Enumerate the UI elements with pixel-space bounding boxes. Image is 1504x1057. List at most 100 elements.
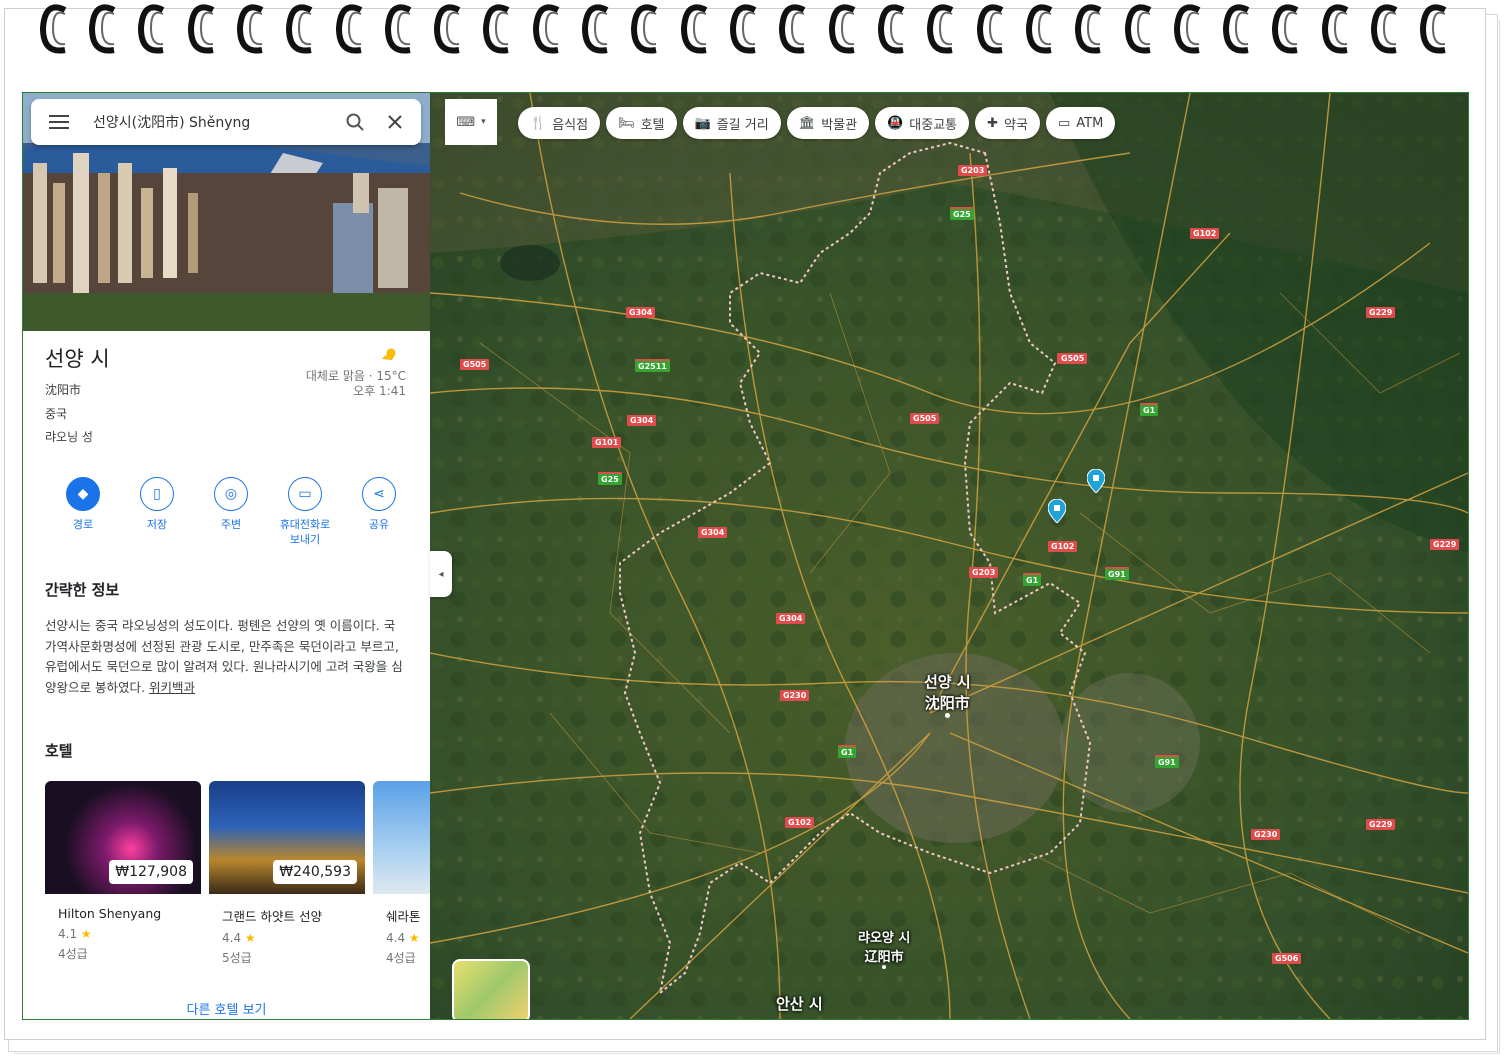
- spiral-ring: [1214, 0, 1263, 62]
- menu-icon[interactable]: [49, 115, 69, 129]
- chip-transit[interactable]: 🚇 대중교통: [875, 107, 970, 139]
- spiral-ring: [720, 0, 769, 62]
- spiral-ring: [622, 0, 671, 62]
- road-badge: G1: [838, 745, 857, 758]
- spiral-ring: [178, 0, 227, 62]
- collapse-panel-button[interactable]: ◂: [430, 551, 452, 597]
- notebook-spiral: [30, 0, 1460, 62]
- spiral-ring: [1115, 0, 1164, 62]
- road-badge: G25: [950, 207, 974, 220]
- hotel-card[interactable]: ₩127,908 Hilton Shenyang 4.1 ★ 4성급: [45, 781, 201, 971]
- nearby-icon: ◎: [214, 477, 248, 511]
- spiral-ring: [572, 0, 621, 62]
- place-photo[interactable]: 선양시(沈阳市) Shěnyng: [23, 93, 430, 331]
- action-label: 저장: [146, 518, 168, 531]
- chip-pharmacy[interactable]: ✚ 약국: [975, 107, 1040, 139]
- hotel-photo: [373, 781, 430, 894]
- summary-text: 선양시는 중국 랴오닝성의 성도이다. 펑톈은 선양의 옛 이름이다. 국가역사…: [45, 618, 403, 695]
- weather-sun-icon: [382, 348, 396, 360]
- share-icon: ⋖: [362, 477, 396, 511]
- star-icon: ★: [405, 931, 420, 945]
- map-pin-icon[interactable]: [1048, 499, 1066, 523]
- camera-icon: 📷: [694, 115, 711, 131]
- chip-label: 약국: [1004, 117, 1028, 133]
- wikipedia-link[interactable]: 위키백과: [149, 680, 195, 695]
- weather-info: 대체로 맑음 · 15°C 오후 1:41: [306, 369, 406, 399]
- hotel-rating: 4.4 ★: [222, 931, 256, 945]
- map-pin-icon[interactable]: [1087, 469, 1105, 493]
- chip-label: 대중교통: [909, 117, 958, 133]
- spiral-ring: [1164, 0, 1213, 62]
- road-badge: G506: [1272, 953, 1302, 964]
- road-badge: G203: [969, 567, 999, 578]
- museum-icon: 🏛: [798, 115, 816, 131]
- atm-icon: ▭: [1057, 115, 1071, 131]
- spiral-ring: [30, 0, 79, 62]
- spiral-ring: [277, 0, 326, 62]
- road-badge: G102: [785, 817, 815, 828]
- spiral-ring: [671, 0, 720, 62]
- keyboard-icon: ⌨: [456, 114, 476, 130]
- spiral-ring: [326, 0, 375, 62]
- hotel-grade: 5성급: [222, 951, 252, 965]
- chip-restaurant[interactable]: 🍴 음식점: [518, 107, 601, 139]
- action-bookmark-button[interactable]: ▯ 저장: [125, 477, 189, 547]
- chip-hotel[interactable]: 🛏 호텔: [606, 107, 677, 139]
- road-badge: G101: [592, 437, 622, 448]
- action-phone-button[interactable]: ▭ 휴대전화로 보내기: [273, 477, 337, 547]
- hotel-name: 쉐라톤: [386, 909, 421, 924]
- hotel-photo: ₩127,908: [45, 781, 201, 894]
- spiral-ring: [474, 0, 523, 62]
- road-badge: G304: [627, 415, 657, 426]
- hotel-card[interactable]: ₩240,593 그랜드 하얏트 선양 4.4 ★ 5성급: [209, 781, 365, 971]
- place-country: 중국: [45, 407, 68, 421]
- place-native-name: 沈阳市: [45, 383, 82, 397]
- close-icon[interactable]: [375, 102, 415, 142]
- spiral-ring: [425, 0, 474, 62]
- action-label: 경로: [72, 518, 94, 531]
- layers-toggle-button[interactable]: [452, 959, 530, 1019]
- action-share-button[interactable]: ⋖ 공유: [347, 477, 411, 547]
- action-directions-button[interactable]: ◆ 경로: [51, 477, 115, 547]
- phone-icon: ▭: [288, 477, 322, 511]
- road-badge: G1: [1140, 403, 1159, 416]
- spiral-ring: [918, 0, 967, 62]
- road-badge: G91: [1105, 567, 1129, 580]
- spiral-ring: [79, 0, 128, 62]
- chip-atm[interactable]: ▭ ATM: [1045, 107, 1116, 139]
- action-nearby-button[interactable]: ◎ 주변: [199, 477, 263, 547]
- hotel-name: Hilton Shenyang: [58, 906, 162, 921]
- local-time: 오후 1:41: [353, 384, 406, 398]
- chevron-down-icon: ▾: [481, 117, 486, 127]
- road-badge: G230: [1251, 829, 1281, 840]
- chip-camera[interactable]: 📷 즐길 거리: [682, 107, 781, 139]
- hotel-carousel: ₩127,908 Hilton Shenyang 4.1 ★ 4성급 ₩240,593 그…: [45, 781, 430, 971]
- spiral-ring: [523, 0, 572, 62]
- chip-museum[interactable]: 🏛 박물관: [786, 107, 870, 139]
- road-badge: G1: [1023, 573, 1042, 586]
- chip-label: 호텔: [640, 117, 665, 133]
- hotel-grade: 4성급: [386, 951, 416, 965]
- chip-label: 박물관: [821, 117, 858, 133]
- transit-icon: 🚇: [887, 115, 904, 131]
- spiral-ring: [1361, 0, 1410, 62]
- road-badge: G304: [698, 527, 728, 538]
- search-icon[interactable]: [335, 102, 375, 142]
- directions-icon: ◆: [66, 477, 100, 511]
- more-hotels-link[interactable]: 다른 호텔 보기: [23, 999, 430, 1018]
- spiral-ring: [967, 0, 1016, 62]
- hotel-price: ₩240,593: [273, 860, 357, 884]
- search-input[interactable]: 선양시(沈阳市) Shěnyng: [93, 112, 335, 132]
- hotel-price: ₩127,908: [109, 860, 193, 884]
- input-tools-button[interactable]: ⌨ ▾: [445, 99, 497, 145]
- hotel-card[interactable]: 쉐라톤 4.4 ★ 4성급: [373, 781, 430, 971]
- map-canvas[interactable]: G203 G25 G102 G304 G2511 G505 G505 G505 G229 G1 G3…: [430, 93, 1468, 1019]
- spiral-ring: [1411, 0, 1460, 62]
- city-label-liaoyang: 랴오양 시 辽阳市: [858, 927, 910, 969]
- road-badge: G102: [1190, 228, 1220, 239]
- road-badge: G505: [1058, 353, 1088, 364]
- chevron-left-icon: ◂: [438, 568, 444, 580]
- side-panel: 선양시(沈阳市) Shěnyng 선양 시 沈阳市 중국 랴오닝 성 대체로 맑…: [23, 93, 430, 1019]
- star-icon: ★: [77, 927, 92, 941]
- hotels-heading: 호텔: [45, 742, 73, 760]
